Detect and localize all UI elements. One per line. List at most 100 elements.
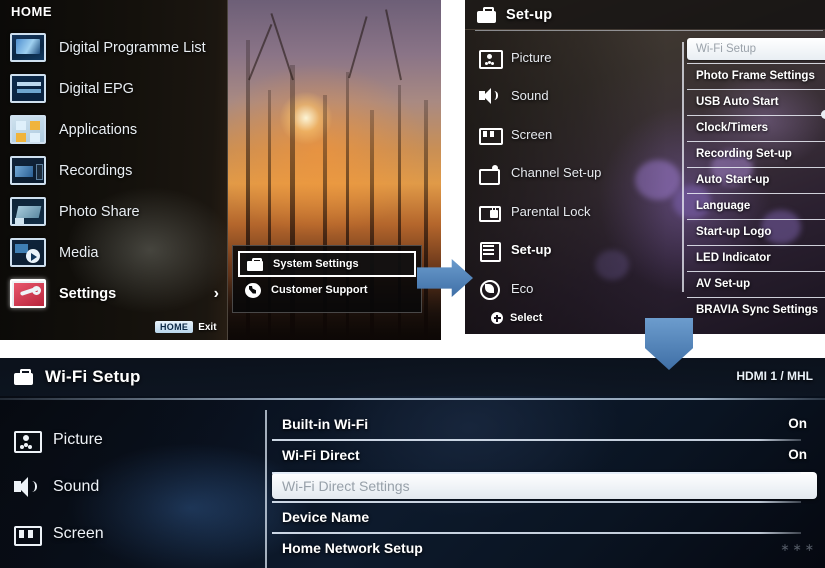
setup-nav-setup[interactable]: Set-up bbox=[479, 231, 669, 270]
setup-option-language[interactable]: Language bbox=[687, 193, 825, 219]
setup-option-led-indicator[interactable]: LED Indicator bbox=[687, 245, 825, 271]
input-source-label: HDMI 1 / MHL bbox=[736, 369, 813, 383]
chevron-right-icon: › bbox=[213, 284, 219, 302]
setup-option-label: Language bbox=[696, 200, 751, 212]
home-panel-title: HOME bbox=[11, 4, 52, 19]
wifi-category-list: Picture Sound Screen bbox=[14, 416, 254, 557]
home-item-applications[interactable]: Applications bbox=[10, 109, 225, 150]
wifi-option-value: On bbox=[788, 416, 807, 431]
setup-option-label: Clock/Timers bbox=[696, 122, 769, 134]
home-item-label: Digital EPG bbox=[59, 80, 134, 97]
screen-icon bbox=[479, 126, 503, 146]
popup-item-label: Customer Support bbox=[271, 284, 368, 296]
epg-thumbnail-icon bbox=[10, 74, 46, 103]
setup-option-label: Wi-Fi Setup bbox=[696, 43, 757, 55]
popup-item-label: System Settings bbox=[273, 258, 359, 270]
setup-scroll-indicator[interactable] bbox=[821, 110, 825, 119]
setup-nav-picture[interactable]: Picture bbox=[479, 38, 669, 77]
wifi-nav-label: Picture bbox=[53, 430, 103, 448]
setup-option-label: USB Auto Start bbox=[696, 96, 779, 108]
settings-thumbnail-icon bbox=[10, 279, 46, 308]
wifi-header-divider bbox=[0, 398, 825, 400]
wifi-panel-title: Wi-Fi Setup bbox=[45, 367, 141, 386]
eco-icon bbox=[479, 280, 500, 301]
setup-menu-panel: Set-up Picture Sound Screen Channel Set-… bbox=[465, 0, 825, 334]
setup-nav-parental-lock[interactable]: Parental Lock bbox=[479, 192, 669, 231]
wifi-nav-picture[interactable]: Picture bbox=[14, 416, 254, 463]
setup-nav-sound[interactable]: Sound bbox=[479, 77, 669, 116]
home-item-label: Media bbox=[59, 244, 99, 261]
setup-option-wifi-setup[interactable]: Wi-Fi Setup bbox=[687, 38, 825, 60]
wifi-nav-sound[interactable]: Sound bbox=[14, 463, 254, 510]
home-item-label: Digital Programme List bbox=[59, 39, 206, 56]
setup-select-label: Select bbox=[510, 312, 543, 324]
setup-nav-label: Parental Lock bbox=[511, 203, 591, 219]
wifi-option-wifi-direct-settings[interactable]: Wi-Fi Direct Settings bbox=[272, 472, 817, 499]
wifi-option-device-name[interactable]: Device Name bbox=[272, 501, 817, 532]
parental-lock-icon bbox=[479, 203, 501, 223]
setup-option-av-setup[interactable]: AV Set-up bbox=[687, 271, 825, 297]
home-item-label: Settings bbox=[59, 285, 117, 302]
wifi-option-built-in-wifi[interactable]: Built-in Wi-Fi On bbox=[272, 408, 817, 439]
screenshot-root: HOME Digital Programme List Digital EPG … bbox=[0, 0, 825, 568]
channel-icon bbox=[479, 164, 500, 185]
sound-icon bbox=[14, 476, 38, 497]
setup-nav-screen[interactable]: Screen bbox=[479, 115, 669, 154]
setup-option-label: Recording Set-up bbox=[696, 148, 792, 160]
plus-circle-icon bbox=[491, 312, 503, 324]
setup-option-startup-logo[interactable]: Start-up Logo bbox=[687, 219, 825, 245]
wifi-options-list: Built-in Wi-Fi On Wi-Fi Direct On Wi-Fi … bbox=[272, 408, 817, 563]
setup-nav-label: Picture bbox=[511, 49, 552, 65]
popup-item-system-settings[interactable]: System Settings bbox=[238, 251, 416, 277]
setup-option-label: Auto Start-up bbox=[696, 174, 770, 186]
home-item-digital-programme-list[interactable]: Digital Programme List bbox=[10, 27, 225, 68]
setup-option-label: Photo Frame Settings bbox=[696, 70, 815, 82]
home-item-label: Photo Share bbox=[59, 203, 140, 220]
wifi-nav-screen[interactable]: Screen bbox=[14, 510, 254, 557]
home-item-label: Recordings bbox=[59, 162, 133, 179]
setup-nav-label: Screen bbox=[511, 126, 553, 142]
setup-nav-label: Channel Set-up bbox=[511, 165, 602, 181]
setup-nav-label: Eco bbox=[511, 280, 534, 296]
toolbox-icon bbox=[247, 257, 263, 271]
setup-icon bbox=[479, 241, 501, 262]
screen-icon bbox=[14, 524, 42, 546]
setup-nav-label: Sound bbox=[511, 88, 549, 104]
setup-option-usb-auto-start[interactable]: USB Auto Start bbox=[687, 89, 825, 115]
phone-icon bbox=[245, 282, 261, 298]
home-item-digital-epg[interactable]: Digital EPG bbox=[10, 68, 225, 109]
setup-option-clock-timers[interactable]: Clock/Timers bbox=[687, 115, 825, 141]
home-item-settings[interactable]: Settings › bbox=[10, 273, 225, 314]
home-item-label: Applications bbox=[59, 121, 138, 138]
setup-option-label: LED Indicator bbox=[696, 252, 771, 264]
setup-option-recording-setup[interactable]: Recording Set-up bbox=[687, 141, 825, 167]
wifi-nav-label: Sound bbox=[53, 477, 100, 495]
settings-submenu-popup: System Settings Customer Support bbox=[232, 245, 422, 313]
home-item-recordings[interactable]: Recordings bbox=[10, 150, 225, 191]
wifi-option-label: Wi-Fi Direct Settings bbox=[282, 477, 410, 494]
setup-nav-eco[interactable]: Eco bbox=[479, 269, 669, 308]
toolbox-icon bbox=[477, 6, 496, 23]
setup-option-photo-frame-settings[interactable]: Photo Frame Settings bbox=[687, 63, 825, 89]
home-button-badge: HOME bbox=[155, 321, 194, 333]
setup-option-auto-startup[interactable]: Auto Start-up bbox=[687, 167, 825, 193]
home-item-media[interactable]: Media bbox=[10, 232, 225, 273]
popup-item-customer-support[interactable]: Customer Support bbox=[238, 277, 416, 303]
wifi-option-wifi-direct[interactable]: Wi-Fi Direct On bbox=[272, 439, 817, 470]
home-panel-divider bbox=[227, 0, 228, 340]
home-item-photo-share[interactable]: Photo Share bbox=[10, 191, 225, 232]
setup-options-list: Wi-Fi Setup Photo Frame Settings USB Aut… bbox=[687, 38, 825, 323]
setup-option-label: Start-up Logo bbox=[696, 226, 772, 238]
wifi-column-divider bbox=[265, 410, 267, 568]
setup-option-bravia-sync-settings[interactable]: BRAVIA Sync Settings bbox=[687, 297, 825, 323]
setup-header-divider bbox=[475, 30, 823, 31]
setup-column-divider bbox=[682, 42, 684, 292]
wifi-setup-panel: Wi-Fi Setup HDMI 1 / MHL Picture Sound S… bbox=[0, 358, 825, 568]
home-menu-list: Digital Programme List Digital EPG Appli… bbox=[10, 27, 225, 314]
home-exit-label: Exit bbox=[198, 321, 217, 333]
photo-share-thumbnail-icon bbox=[10, 197, 46, 226]
setup-nav-channel-setup[interactable]: Channel Set-up bbox=[479, 154, 669, 193]
picture-icon bbox=[14, 430, 42, 453]
wifi-option-home-network-setup[interactable]: Home Network Setup bbox=[272, 532, 817, 563]
image-watermark: ∗∗∗ bbox=[780, 542, 817, 554]
